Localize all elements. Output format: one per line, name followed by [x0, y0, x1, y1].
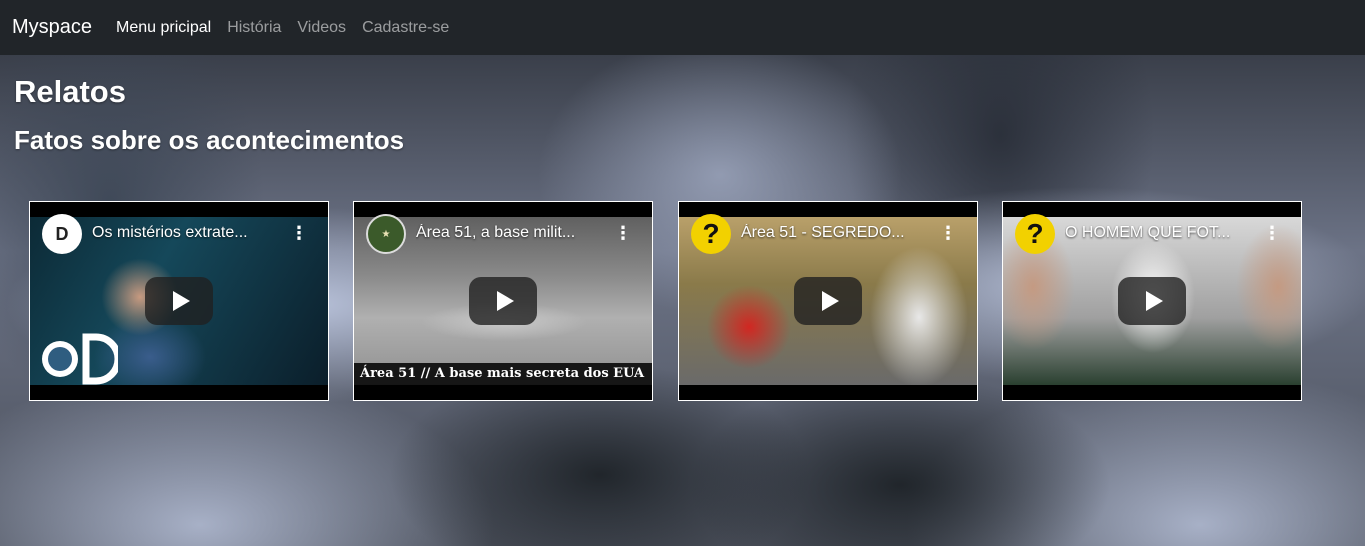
video-title[interactable]: Área 51, a base milit...	[416, 224, 606, 242]
more-vertical-icon[interactable]: ⋮	[290, 224, 308, 244]
nav-link-cadastre-se[interactable]: Cadastre-se	[362, 19, 449, 37]
play-button[interactable]	[145, 277, 213, 325]
play-icon	[821, 291, 839, 311]
more-vertical-icon[interactable]: ⋮	[1263, 224, 1281, 244]
video-title[interactable]: Os mistérios extrate...	[92, 224, 282, 242]
more-vertical-icon[interactable]: ⋮	[939, 224, 957, 244]
play-button[interactable]	[794, 277, 862, 325]
discovery-watermark-icon	[42, 333, 118, 385]
nav-link-historia[interactable]: História	[227, 19, 281, 37]
mundo-militar-logo-icon[interactable]: ★	[366, 214, 406, 254]
video-thumbnail-caption: Área 51 // A base mais secreta dos EUA	[354, 363, 652, 385]
video-embed-3[interactable]: ? Área 51 - SEGREDO... ⋮	[678, 201, 978, 401]
question-mark-icon[interactable]: ?	[1015, 214, 1055, 254]
video-title[interactable]: Área 51 - SEGREDO...	[741, 224, 931, 242]
play-icon	[496, 291, 514, 311]
brand-logo[interactable]: Myspace	[12, 16, 92, 39]
navbar: Myspace Menu pricipal História Videos Ca…	[0, 0, 1365, 55]
main-content: Relatos Fatos sobre os acontecimentos D …	[0, 55, 1365, 546]
play-button[interactable]	[1118, 277, 1186, 325]
nav-link-videos[interactable]: Videos	[297, 19, 346, 37]
play-icon	[172, 291, 190, 311]
video-title[interactable]: O HOMEM QUE FOT...	[1065, 224, 1255, 242]
page-subtitle: Fatos sobre os acontecimentos	[14, 125, 405, 155]
question-mark-icon[interactable]: ?	[691, 214, 731, 254]
play-button[interactable]	[469, 277, 537, 325]
page-title: Relatos	[14, 74, 126, 109]
discovery-logo-icon[interactable]: D	[42, 214, 82, 254]
nav-link-menu-principal[interactable]: Menu pricipal	[116, 19, 211, 37]
play-icon	[1145, 291, 1163, 311]
more-vertical-icon[interactable]: ⋮	[614, 224, 632, 244]
video-embed-2[interactable]: Área 51 // A base mais secreta dos EUA ★…	[353, 201, 653, 401]
video-embed-1[interactable]: D Os mistérios extrate... ⋮	[29, 201, 329, 401]
video-embed-4[interactable]: ? O HOMEM QUE FOT... ⋮	[1002, 201, 1302, 401]
